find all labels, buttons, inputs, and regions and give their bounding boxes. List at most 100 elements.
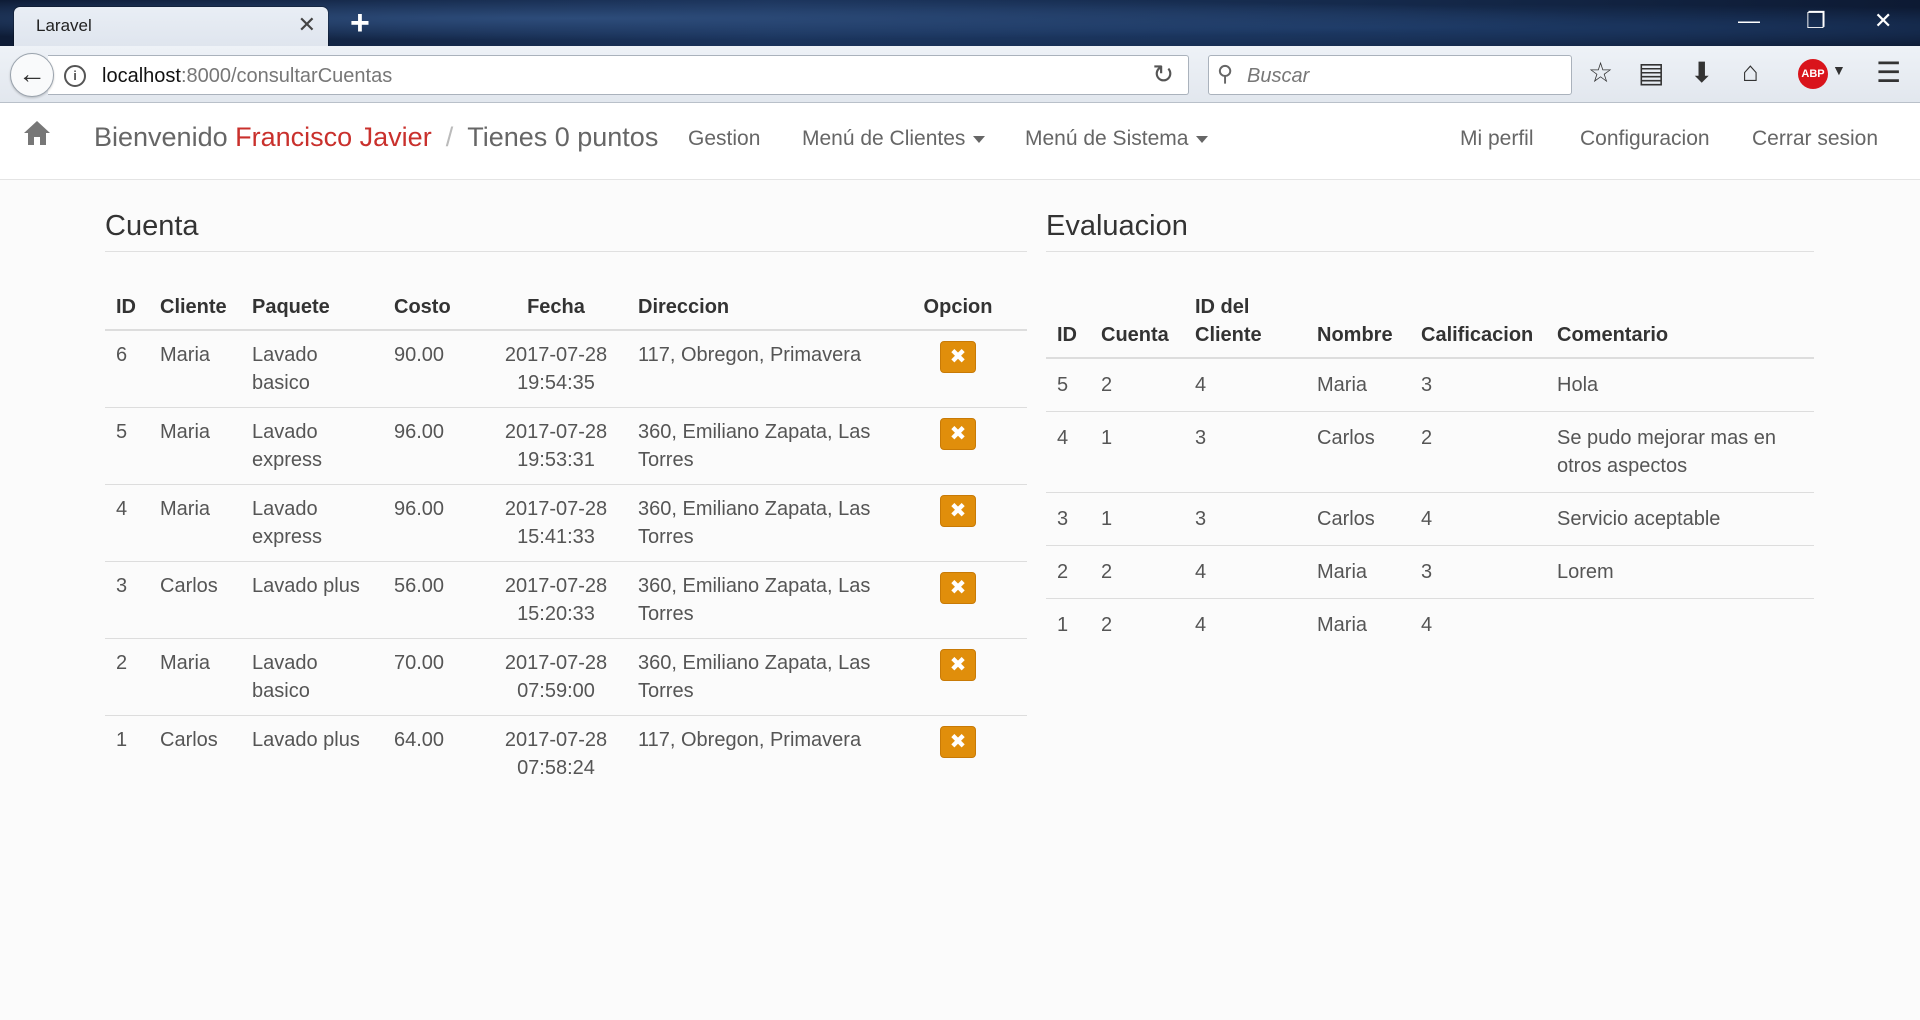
table-header-row: ID Cliente Paquete Costo Fecha Direccion… xyxy=(105,285,1027,331)
home-browser-icon[interactable]: ⌂ xyxy=(1742,56,1759,88)
cuenta-title: Cuenta xyxy=(105,210,1027,252)
evaluacion-title: Evaluacion xyxy=(1046,210,1814,252)
browser-tab[interactable]: Laravel ✕ xyxy=(14,7,328,46)
cell-comentario: Servicio aceptable xyxy=(1546,492,1814,546)
cell-comentario xyxy=(1546,598,1814,651)
cell-opcion: ✖ xyxy=(889,484,1027,562)
home-icon[interactable] xyxy=(22,119,52,152)
col-header: Paquete xyxy=(241,285,383,331)
info-icon[interactable]: i xyxy=(64,65,86,87)
cell-cliente: Carlos xyxy=(149,715,241,792)
cell-cuenta: 1 xyxy=(1090,411,1184,493)
cell-cliente: Carlos xyxy=(149,561,241,639)
delete-button[interactable]: ✖ xyxy=(940,341,976,373)
cell-paquete: Lavado plus xyxy=(241,561,383,639)
minimize-icon[interactable]: — xyxy=(1738,8,1760,34)
cell-calificacion: 4 xyxy=(1410,492,1546,546)
chevron-down-icon[interactable]: ▼ xyxy=(1832,62,1846,78)
cell-nombre: Maria xyxy=(1306,545,1410,599)
col-header: ID xyxy=(105,285,149,331)
nav-menu-sistema[interactable]: Menú de Sistema xyxy=(1025,127,1209,151)
close-window-icon[interactable]: ✕ xyxy=(1874,8,1892,34)
back-arrow-icon: ← xyxy=(18,58,46,89)
cell-id: 3 xyxy=(1046,492,1090,546)
cell-fecha: 2017-07-28 07:58:24 xyxy=(485,715,627,792)
cell-id: 1 xyxy=(105,715,149,792)
bookmark-star-icon[interactable]: ☆ xyxy=(1588,56,1613,89)
table-row: 4 Maria Lavado express 96.00 2017-07-28 15:4… xyxy=(105,484,1027,562)
col-header: Cuenta xyxy=(1090,285,1184,359)
cell-calificacion: 3 xyxy=(1421,374,1433,396)
cell-nombre: Maria xyxy=(1306,598,1410,651)
nav-menu-clientes[interactable]: Menú de Clientes xyxy=(802,127,986,151)
restore-icon[interactable]: ❐ xyxy=(1806,8,1826,34)
cell-paquete: Lavado express xyxy=(241,407,383,485)
reading-list-icon[interactable]: ▤ xyxy=(1638,56,1664,89)
col-header: Opcion xyxy=(889,285,1027,331)
points-text: Tienes 0 puntos xyxy=(467,122,659,152)
cell-id: 5 xyxy=(1057,374,1069,396)
cell-nombre: Carlos xyxy=(1306,492,1410,546)
cell-id: 3 xyxy=(105,561,149,639)
delete-button[interactable]: ✖ xyxy=(940,649,976,681)
table-row: 2 2 4 Maria 3 Lorem xyxy=(1046,545,1814,599)
cell-nombre: Carlos xyxy=(1306,411,1410,493)
cell-direccion: 360, Emiliano Zapata, Las Torres xyxy=(627,638,889,716)
cell-costo: 96.00 xyxy=(383,407,485,485)
cell-fecha: 2017-07-28 19:54:35 xyxy=(504,344,608,394)
cell-calificacion: 2 xyxy=(1410,411,1546,493)
browser-titlebar: Laravel ✕ + — ❐ ✕ xyxy=(0,0,1920,46)
delete-button[interactable]: ✖ xyxy=(940,495,976,527)
cell-id-cliente: 3 xyxy=(1184,492,1306,546)
delete-button[interactable]: ✖ xyxy=(940,572,976,604)
tab-title: Laravel xyxy=(36,16,92,35)
back-button[interactable]: ← xyxy=(10,53,54,97)
delete-button[interactable]: ✖ xyxy=(940,418,976,450)
table-row: 1 Carlos Lavado plus 64.00 2017-07-28 07:58:… xyxy=(105,715,1027,792)
col-header: Fecha xyxy=(485,285,627,331)
table-row: 3 1 3 Carlos 4 Servicio aceptable xyxy=(1046,492,1814,546)
breadcrumb-separator: / xyxy=(445,122,454,152)
cell-id-cliente: 4 xyxy=(1184,598,1306,651)
col-header: Cliente xyxy=(149,285,241,331)
cell-comentario: Se pudo mejorar mas en otros aspectos xyxy=(1546,411,1814,493)
nav-gestion[interactable]: Gestion xyxy=(688,127,760,151)
col-header: Nombre xyxy=(1306,285,1410,359)
col-header: Calificacion xyxy=(1410,285,1546,359)
cell-calificacion: 3 xyxy=(1410,545,1546,599)
menu-hamburger-icon[interactable]: ☰ xyxy=(1876,56,1901,89)
search-placeholder: Buscar xyxy=(1247,65,1310,87)
tab-close-icon[interactable]: ✕ xyxy=(298,12,316,38)
cell-cliente: Maria xyxy=(149,407,241,485)
caret-down-icon xyxy=(973,135,986,143)
url-text[interactable]: localhost:8000/consultarCuentas xyxy=(102,65,392,88)
cell-id-cliente: 3 xyxy=(1184,411,1306,493)
cell-cliente: Maria xyxy=(149,638,241,716)
cell-costo: 64.00 xyxy=(383,715,485,792)
search-input[interactable]: ⚲ Buscar xyxy=(1208,55,1572,95)
new-tab-icon[interactable]: + xyxy=(350,4,370,43)
col-header: Comentario xyxy=(1546,285,1814,359)
cell-cliente: Maria xyxy=(160,344,211,366)
nav-mi-perfil[interactable]: Mi perfil xyxy=(1460,127,1534,151)
cell-id: 2 xyxy=(105,638,149,716)
reload-icon[interactable]: ↻ xyxy=(1152,59,1174,90)
cell-opcion: ✖ xyxy=(889,407,1027,485)
search-icon: ⚲ xyxy=(1217,61,1234,86)
cell-fecha: 2017-07-28 19:53:31 xyxy=(485,407,627,485)
delete-button[interactable]: ✖ xyxy=(940,726,976,758)
cell-paquete: Lavado express xyxy=(241,484,383,562)
nav-cerrar-sesion[interactable]: Cerrar sesion xyxy=(1752,127,1878,151)
address-bar[interactable]: i localhost:8000/consultarCuentas ↻ xyxy=(48,55,1189,95)
cell-id: 4 xyxy=(105,484,149,562)
cell-costo: 96.00 xyxy=(383,484,485,562)
welcome-text: Bienvenido xyxy=(94,122,228,152)
cell-cuenta: 2 xyxy=(1101,374,1113,396)
download-icon[interactable]: ⬇ xyxy=(1690,56,1713,89)
cell-comentario: Lorem xyxy=(1546,545,1814,599)
col-header: Direccion xyxy=(627,285,889,331)
table-header-row: ID Cuenta ID del Cliente Nombre Califica… xyxy=(1046,285,1814,359)
nav-configuracion[interactable]: Configuracion xyxy=(1580,127,1710,151)
cell-direccion: 360, Emiliano Zapata, Las Torres xyxy=(627,407,889,485)
adblock-icon[interactable]: ABP xyxy=(1798,59,1828,89)
